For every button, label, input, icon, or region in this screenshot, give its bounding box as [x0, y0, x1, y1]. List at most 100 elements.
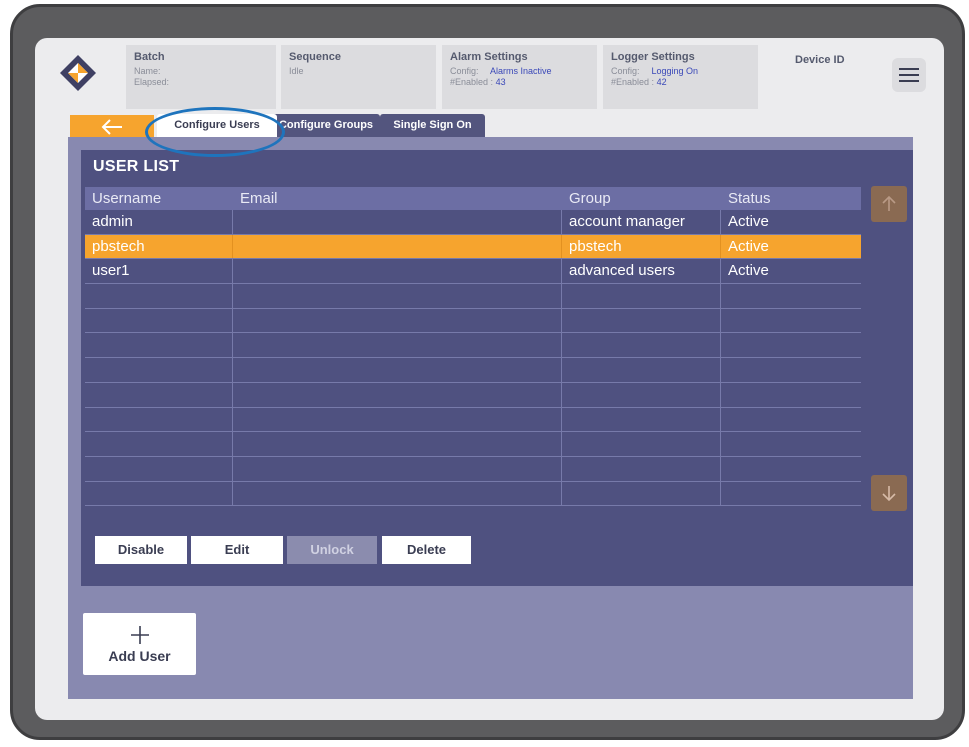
add-user-button[interactable]: Add User: [83, 613, 196, 675]
alarm-config-label: Config:: [450, 66, 479, 76]
highlight-ring: [145, 107, 285, 157]
disable-button[interactable]: Disable: [95, 536, 187, 564]
cell-empty: [562, 432, 721, 456]
cell-empty: [562, 333, 721, 358]
table-row-selected[interactable]: pbstech pbstech Active: [85, 234, 861, 260]
arrow-left-icon: [101, 118, 122, 135]
cell-empty: [721, 358, 861, 382]
arrow-up-icon: [882, 195, 896, 211]
logger-config-value: Logging On: [651, 66, 699, 76]
cell-empty: [721, 432, 861, 456]
batch-name-label: Name:: [134, 66, 161, 76]
table-row-empty[interactable]: [85, 382, 861, 408]
table-row-empty[interactable]: [85, 407, 861, 433]
menu-bar: [899, 80, 919, 82]
cell-group: pbstech: [562, 234, 721, 259]
cell-empty: [85, 284, 233, 308]
batch-title: Batch: [134, 51, 165, 63]
diamond-logo-icon: [60, 55, 96, 91]
cell-status: Active: [728, 237, 769, 255]
device-id-label: Device ID: [795, 54, 845, 66]
logger-settings-box[interactable]: Logger Settings Config: Logging On #Enab…: [603, 45, 758, 109]
cell-empty: [721, 457, 861, 481]
scroll-up-button[interactable]: [871, 186, 907, 222]
menu-bar: [899, 68, 919, 70]
cell-username: user1: [85, 259, 233, 284]
tab-single-sign-on[interactable]: Single Sign On: [380, 114, 485, 137]
table-row[interactable]: admin account manager Active: [85, 210, 861, 235]
cell-status: Active: [728, 213, 769, 230]
column-header-email[interactable]: Email: [233, 187, 562, 210]
unlock-button[interactable]: Unlock: [287, 536, 377, 564]
cell-empty: [721, 383, 861, 407]
cell-empty: [562, 308, 721, 333]
cell-empty: [721, 408, 861, 432]
batch-elapsed-label: Elapsed:: [134, 77, 170, 87]
cell-status: Active: [728, 262, 769, 280]
logger-settings-title: Logger Settings: [611, 51, 695, 63]
cell-empty: [233, 407, 562, 432]
alarm-config-line: Config: Alarms Inactive: [450, 66, 589, 77]
column-header-group[interactable]: Group: [562, 187, 721, 210]
cell-empty: [562, 284, 721, 308]
cell-empty: [233, 432, 562, 456]
plus-icon: [130, 626, 149, 644]
logger-config-line: Config: Logging On: [611, 66, 750, 77]
scroll-down-button[interactable]: [871, 475, 907, 511]
cell-email: [233, 234, 562, 259]
cell-empty: [85, 432, 233, 456]
table-row-empty[interactable]: [85, 308, 861, 334]
cell-empty: [233, 308, 562, 333]
arrow-down-icon: [882, 486, 896, 502]
add-user-label: Add User: [108, 648, 171, 664]
batch-info-box[interactable]: Batch Name: Elapsed:: [126, 45, 276, 109]
table-row-empty[interactable]: [85, 481, 861, 507]
user-list-title: USER LIST: [93, 158, 180, 175]
table-header: Username Email Group Status: [85, 187, 861, 210]
cell-empty: [85, 456, 233, 481]
delete-button[interactable]: Delete: [382, 536, 471, 564]
logger-enabled-label: #Enabled :: [611, 77, 655, 87]
table-row-empty[interactable]: [85, 284, 861, 309]
alarm-config-value: Alarms Inactive: [490, 66, 552, 76]
table-row-empty[interactable]: [85, 456, 861, 482]
cell-empty: [233, 481, 562, 506]
cell-empty: [85, 382, 233, 407]
cell-empty: [233, 333, 562, 358]
cell-username: pbstech: [85, 234, 233, 259]
cell-empty: [233, 456, 562, 481]
cell-empty: [721, 284, 861, 308]
cell-group: account manager: [562, 210, 721, 234]
cell-empty: [721, 482, 861, 506]
cell-empty: [85, 358, 233, 382]
column-header-username[interactable]: Username: [85, 187, 233, 210]
back-button[interactable]: [70, 115, 154, 138]
table-row-empty[interactable]: [85, 432, 861, 457]
logger-enabled-line: #Enabled : 42: [611, 77, 750, 88]
cell-empty: [85, 308, 233, 333]
edit-button[interactable]: Edit: [191, 536, 283, 564]
column-header-status[interactable]: Status: [721, 187, 861, 210]
table-row-empty[interactable]: [85, 333, 861, 359]
alarm-enabled-value: 43: [495, 77, 506, 87]
cell-email: [233, 210, 562, 234]
tab-configure-groups[interactable]: Configure Groups: [272, 114, 380, 137]
alarm-settings-box[interactable]: Alarm Settings Config: Alarms Inactive #…: [442, 45, 597, 109]
cell-empty: [233, 284, 562, 308]
cell-empty: [562, 382, 721, 407]
screen: Batch Name: Elapsed: Sequence Idle Alarm…: [35, 38, 944, 720]
cell-empty: [562, 456, 721, 481]
cell-empty: [233, 358, 562, 382]
logger-config-label: Config:: [611, 66, 640, 76]
sequence-info-box[interactable]: Sequence Idle: [281, 45, 436, 109]
user-table: Username Email Group Status admin accoun…: [85, 187, 861, 507]
alarm-enabled-line: #Enabled : 43: [450, 77, 589, 88]
cell-empty: [85, 481, 233, 506]
cell-empty: [721, 309, 861, 333]
cell-username: admin: [85, 210, 233, 234]
cell-empty: [85, 407, 233, 432]
table-row-empty[interactable]: [85, 358, 861, 383]
table-row[interactable]: user1 advanced users Active: [85, 259, 861, 285]
hamburger-menu-icon[interactable]: [892, 58, 926, 92]
cell-email: [233, 259, 562, 284]
